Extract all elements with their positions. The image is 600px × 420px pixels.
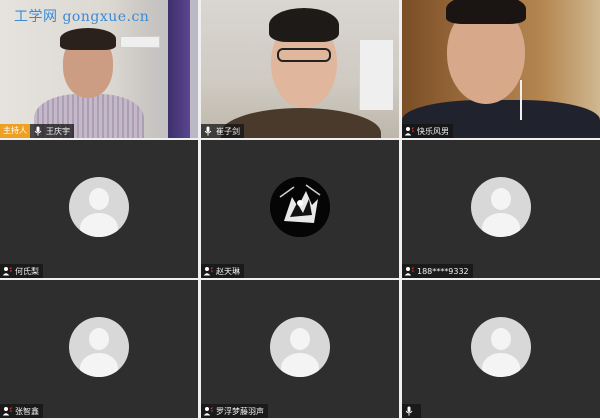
- user-sound-icon[interactable]: [203, 406, 213, 416]
- participant-name: 罗浮梦藤羽声: [216, 406, 264, 416]
- participant-tile-5[interactable]: 赵天琳: [201, 140, 399, 278]
- participant-namebar: 何氏梨: [0, 264, 43, 278]
- default-avatar-icon: [69, 177, 129, 237]
- participant-name: 赵天琳: [216, 266, 240, 276]
- participant-tile-2[interactable]: 崔子剑: [201, 0, 399, 138]
- watermark: 工学网 gongxue.cn: [14, 9, 150, 25]
- custom-avatar-image: [270, 177, 330, 237]
- microphone-icon[interactable]: [33, 126, 43, 136]
- participant-namebar: 张智鑫: [0, 404, 43, 418]
- host-badge: 主持人: [0, 124, 30, 138]
- default-avatar-icon: [69, 317, 129, 377]
- participant-name: 王庆宇: [46, 126, 70, 136]
- video-grid: 主持人 王庆宇 崔子剑 快乐风男 何氏梨 赵天琳 188****9332 张智鑫…: [0, 0, 600, 420]
- participant-tile-9[interactable]: [402, 280, 600, 418]
- participant-video: [201, 0, 399, 138]
- user-sound-icon[interactable]: [404, 126, 414, 136]
- microphone-icon[interactable]: [404, 406, 414, 416]
- participant-tile-7[interactable]: 张智鑫: [0, 280, 198, 418]
- participant-namebar: 崔子剑: [201, 124, 244, 138]
- user-sound-icon[interactable]: [2, 266, 12, 276]
- user-sound-icon[interactable]: [404, 266, 414, 276]
- default-avatar-icon: [471, 317, 531, 377]
- user-sound-icon[interactable]: [203, 266, 213, 276]
- participant-name: 快乐风男: [417, 126, 449, 136]
- microphone-icon[interactable]: [203, 126, 213, 136]
- default-avatar-icon: [471, 177, 531, 237]
- participant-video: [402, 0, 600, 138]
- participant-name: 张智鑫: [15, 406, 39, 416]
- participant-tile-6[interactable]: 188****9332: [402, 140, 600, 278]
- participant-name: 188****9332: [417, 266, 469, 276]
- participant-tile-8[interactable]: 罗浮梦藤羽声: [201, 280, 399, 418]
- participant-name: 崔子剑: [216, 126, 240, 136]
- participant-namebar: 主持人 王庆宇: [0, 124, 74, 138]
- participant-tile-4[interactable]: 何氏梨: [0, 140, 198, 278]
- participant-namebar: 188****9332: [402, 264, 473, 278]
- participant-namebar: [402, 404, 421, 418]
- participant-namebar: 快乐风男: [402, 124, 453, 138]
- participant-namebar: 罗浮梦藤羽声: [201, 404, 268, 418]
- user-sound-icon[interactable]: [2, 406, 12, 416]
- participant-namebar: 赵天琳: [201, 264, 244, 278]
- participant-name: 何氏梨: [15, 266, 39, 276]
- default-avatar-icon: [270, 317, 330, 377]
- participant-tile-3[interactable]: 快乐风男: [402, 0, 600, 138]
